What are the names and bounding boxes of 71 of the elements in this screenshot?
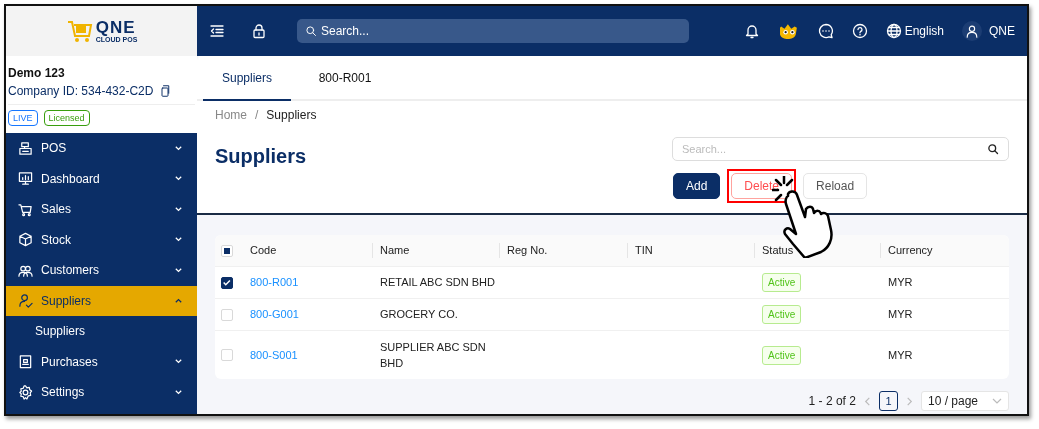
user-menu[interactable]: QNE [962,21,1015,41]
checkmark-icon [222,277,232,288]
sidebar-subitem[interactable]: Suppliers [6,316,197,347]
search-icon [305,25,317,37]
chevron-down-icon [174,143,183,153]
clipboard-icon [18,354,33,370]
column-header: Status [754,235,880,266]
sidebar-item[interactable]: Customers [6,255,197,286]
copy-icon[interactable] [159,84,172,98]
column-header: Reg No. [499,235,627,266]
search-icon [987,143,999,155]
sidebar-item[interactable]: Dashboard [6,163,197,194]
logo-name: QNE [95,19,138,36]
breadcrumb-item[interactable]: Home [215,108,247,122]
table-cell-text: GROCERY CO. [380,307,458,323]
page-size-select[interactable]: 10 / page [920,391,1009,411]
language-selector[interactable]: English [885,23,944,39]
search-field[interactable]: Search... [297,19,689,43]
sidebar-item[interactable]: Stock [6,224,197,255]
action-button[interactable]: Add [673,173,721,199]
sidebar-item[interactable]: Sales [6,194,197,225]
chevron-up-icon [174,296,183,306]
user-icon [965,24,979,38]
sidebar-item[interactable]: Suppliers [6,285,197,316]
owl-mascot-icon[interactable] [777,22,800,40]
search-field[interactable]: Search... [672,137,1009,161]
company-name: Demo 123 [8,66,66,80]
status-tag: Active [762,345,802,365]
page-number[interactable]: 1 [878,391,898,411]
table-cell-text: SUPPLIER ABC SDN BHD [380,339,487,371]
menu-collapse-icon[interactable] [209,23,225,39]
sidebar-item[interactable]: Settings [6,377,197,408]
status-badge: LIVE [8,110,38,126]
checkbox[interactable] [221,276,233,289]
column-header: TIN [627,235,754,266]
breadcrumb-separator: / [255,108,259,122]
person-check-icon [18,293,33,309]
status-badge: Licensed [43,110,90,126]
table-cell-text: MYR [888,275,913,291]
page-title: Suppliers [215,145,307,169]
cube-icon [18,232,33,248]
column-header: Code [249,243,278,259]
bell-icon[interactable] [743,23,760,39]
action-button[interactable]: Reload [803,173,868,199]
sidebar-item[interactable]: Purchases [6,346,197,377]
tab[interactable]: 800-R001 [301,56,389,99]
register-icon [18,140,33,156]
status-tag: Active [762,273,802,292]
company-id: Company ID: 534-432-C2D [8,84,154,98]
table-cell-text: MYR [888,347,913,363]
tab[interactable]: Suppliers [203,56,291,101]
cart-icon [65,19,94,43]
gear-icon [18,384,33,400]
chevron-down-icon [174,387,183,397]
chevron-down-icon [992,396,1002,406]
chevron-down-icon [174,265,183,275]
monitor-icon [18,171,33,187]
pagination-range: 1 - 2 of 2 [808,394,856,408]
help-icon[interactable] [851,23,868,39]
cart-icon [18,201,33,217]
column-header: Name [372,235,499,266]
chat-icon[interactable] [817,23,834,39]
table-cell-text: MYR [888,307,913,323]
sidebar-item[interactable]: POS [6,133,197,164]
column-header: Currency [880,235,1009,266]
breadcrumb-item: Suppliers [266,108,317,122]
table-cell-text: RETAIL ABC SDN BHD [380,275,495,291]
lock-icon[interactable] [251,23,267,39]
chevron-down-icon [174,204,183,214]
status-tag: Active [762,305,802,324]
globe-icon [885,23,902,39]
